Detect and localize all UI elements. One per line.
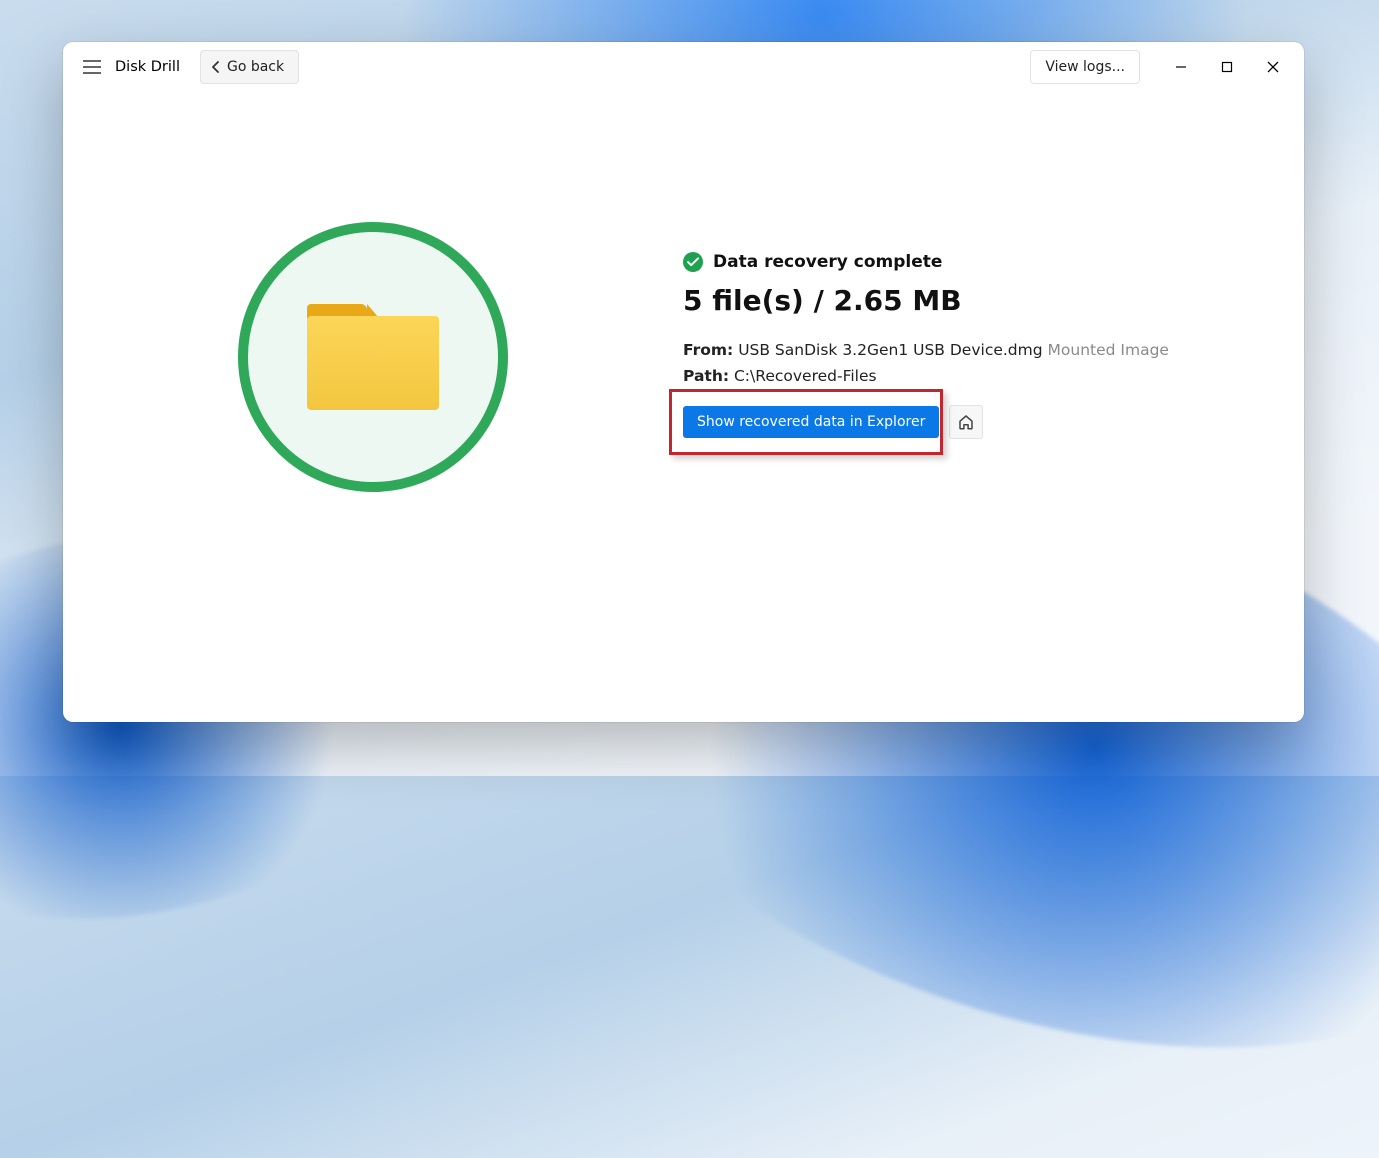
show-in-explorer-button[interactable]: Show recovered data in Explorer	[683, 406, 939, 438]
from-value: USB SanDisk 3.2Gen1 USB Device.dmg	[738, 341, 1042, 359]
maximize-button[interactable]	[1204, 47, 1250, 87]
status-text: Data recovery complete	[713, 252, 942, 272]
status-row: Data recovery complete	[683, 252, 1304, 272]
success-folder-illustration	[238, 222, 508, 492]
from-label: From:	[683, 341, 733, 359]
folder-icon	[307, 304, 439, 410]
titlebar: Disk Drill Go back View logs...	[63, 42, 1304, 92]
close-button[interactable]	[1250, 47, 1296, 87]
home-button[interactable]	[949, 405, 983, 439]
go-back-label: Go back	[227, 59, 284, 75]
home-icon	[957, 413, 975, 431]
window-controls	[1158, 47, 1296, 87]
from-tag: Mounted Image	[1048, 341, 1169, 359]
app-title: Disk Drill	[115, 59, 180, 75]
illustration-column	[63, 222, 683, 722]
result-column: Data recovery complete 5 file(s) / 2.65 …	[683, 222, 1304, 722]
action-row: Show recovered data in Explorer	[683, 405, 983, 439]
go-back-button[interactable]: Go back	[200, 50, 299, 84]
path-line: Path: C:\Recovered-Files	[683, 367, 1304, 385]
app-window: Disk Drill Go back View logs...	[63, 42, 1304, 722]
from-line: From: USB SanDisk 3.2Gen1 USB Device.dmg…	[683, 341, 1304, 359]
chevron-left-icon	[211, 61, 221, 73]
content: Data recovery complete 5 file(s) / 2.65 …	[63, 92, 1304, 722]
check-circle-icon	[683, 252, 703, 272]
path-label: Path:	[683, 367, 729, 385]
menu-icon[interactable]	[75, 50, 109, 84]
view-logs-button[interactable]: View logs...	[1030, 50, 1140, 84]
minimize-button[interactable]	[1158, 47, 1204, 87]
path-value: C:\Recovered-Files	[734, 367, 877, 385]
recovery-summary: 5 file(s) / 2.65 MB	[683, 284, 1304, 317]
